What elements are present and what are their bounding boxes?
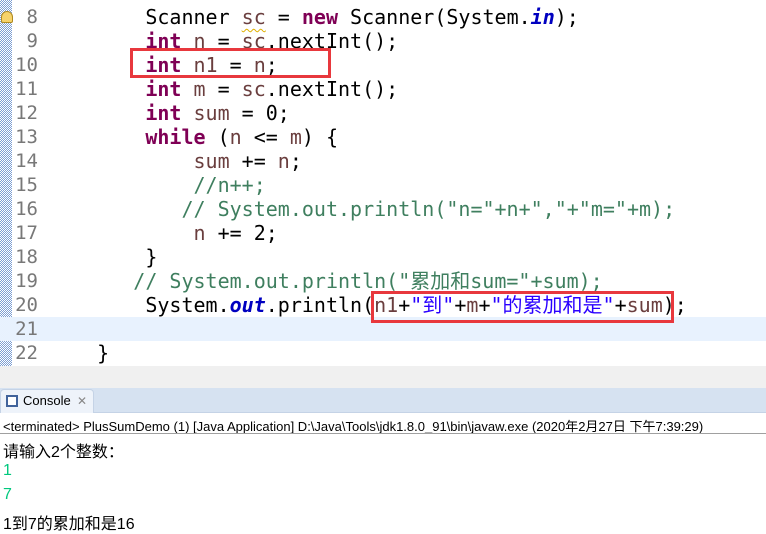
code-token: while <box>145 125 206 149</box>
console-output-line: 1到7的累加和是16 <box>3 516 135 533</box>
line-number: 13 <box>15 126 38 148</box>
code-text: } <box>49 341 109 365</box>
code-token: int <box>145 77 182 101</box>
console-output-line: 请输入2个整数： <box>3 444 124 461</box>
code-line[interactable]: 14 sum += n; <box>0 149 766 173</box>
code-line[interactable]: 10 int n1 = n; <box>0 53 766 77</box>
highlight-box-println <box>371 291 674 323</box>
close-icon[interactable]: ✕ <box>77 390 87 412</box>
console-input-line: 1 <box>3 462 12 479</box>
code-line[interactable]: 18 } <box>0 245 766 269</box>
code-token: += <box>229 149 278 173</box>
code-token: = <box>205 77 242 101</box>
code-line[interactable]: 13 while (n <= m) { <box>0 125 766 149</box>
code-line[interactable]: 16 // System.out.println("n="+n+","+"m="… <box>0 197 766 221</box>
line-number: 9 <box>26 30 38 52</box>
tab-console[interactable]: Console ✕ <box>0 389 94 413</box>
code-token: sc <box>241 77 266 101</box>
code-token: // System.out.println("n="+n+","+"m="+m)… <box>181 197 676 221</box>
code-text: } <box>49 245 157 269</box>
console-input-line: 7 <box>3 486 12 503</box>
code-token: = <box>265 5 302 29</box>
code-token: ( <box>205 125 230 149</box>
line-number: 8 <box>26 6 38 28</box>
code-token: System. <box>145 293 230 317</box>
code-token: sum <box>193 101 230 125</box>
code-token: m <box>289 125 302 149</box>
line-number: 22 <box>15 342 38 364</box>
line-number: 21 <box>15 318 38 340</box>
tab-label: Console <box>23 393 71 408</box>
code-token: sc <box>241 5 266 29</box>
line-number: 18 <box>15 246 38 268</box>
code-token: sum <box>193 149 230 173</box>
code-token: in <box>530 5 555 29</box>
code-text: int m = sc.nextInt(); <box>49 77 398 101</box>
line-number: 11 <box>15 78 38 100</box>
code-line[interactable]: 8 Scanner sc = new Scanner(System.in); <box>0 5 766 29</box>
code-token: = 0; <box>229 101 290 125</box>
code-token: out <box>229 293 266 317</box>
code-token: n <box>229 125 242 149</box>
code-editor[interactable]: 8 Scanner sc = new Scanner(System.in); 9 … <box>0 0 766 366</box>
code-text: while (n <= m) { <box>49 125 338 149</box>
warning-icon[interactable] <box>1 11 13 23</box>
code-text: int sum = 0; <box>49 101 290 125</box>
code-token: new <box>301 5 338 29</box>
code-token: .nextInt(); <box>265 77 399 101</box>
code-token: <= <box>241 125 290 149</box>
line-number: 19 <box>15 270 38 292</box>
editor-bottom-area <box>0 366 766 388</box>
code-token: n <box>277 149 290 173</box>
code-line[interactable]: 9 int n = sc.nextInt(); <box>0 29 766 53</box>
line-number: 20 <box>15 294 38 316</box>
line-number: 10 <box>15 54 38 76</box>
code-token: Scanner <box>145 5 242 29</box>
line-number: 12 <box>15 102 38 124</box>
code-token: Scanner(System. <box>338 5 531 29</box>
line-number: 16 <box>15 198 38 220</box>
code-line[interactable]: 12 int sum = 0; <box>0 101 766 125</box>
highlight-box-n1 <box>130 48 331 78</box>
line-number: 17 <box>15 222 38 244</box>
code-token: int <box>145 101 182 125</box>
code-token: ; <box>289 149 302 173</box>
code-token: .println( <box>265 293 375 317</box>
code-token: } <box>97 341 110 365</box>
code-token: ); <box>554 5 579 29</box>
code-text: Scanner sc = new Scanner(System.in); <box>49 5 579 29</box>
code-line[interactable]: 15 //n++; <box>0 173 766 197</box>
code-line[interactable]: 11 int m = sc.nextInt(); <box>0 77 766 101</box>
code-token: ) { <box>301 125 339 149</box>
code-text: //n++; <box>49 173 266 197</box>
code-line[interactable]: 17 n += 2; <box>0 221 766 245</box>
code-line[interactable]: 22 } <box>0 341 766 365</box>
console-tab-bar: Console ✕ <box>0 388 766 413</box>
code-token: m <box>193 77 206 101</box>
line-number: 15 <box>15 174 38 196</box>
code-token: } <box>145 245 158 269</box>
console-icon <box>6 395 18 407</box>
divider <box>0 433 766 434</box>
code-text: // System.out.println("累加和sum="+sum); <box>49 269 603 293</box>
code-token: //n++; <box>193 173 266 197</box>
code-line[interactable]: 19 // System.out.println("累加和sum="+sum); <box>0 269 766 293</box>
code-token: += 2; <box>205 221 278 245</box>
code-text: n += 2; <box>49 221 278 245</box>
code-token: n <box>193 221 206 245</box>
line-number: 14 <box>15 150 38 172</box>
code-text: sum += n; <box>49 149 302 173</box>
code-text: // System.out.println("n="+n+","+"m="+m)… <box>49 197 675 221</box>
code-token: // System.out.println("累加和sum="+sum); <box>133 269 603 293</box>
